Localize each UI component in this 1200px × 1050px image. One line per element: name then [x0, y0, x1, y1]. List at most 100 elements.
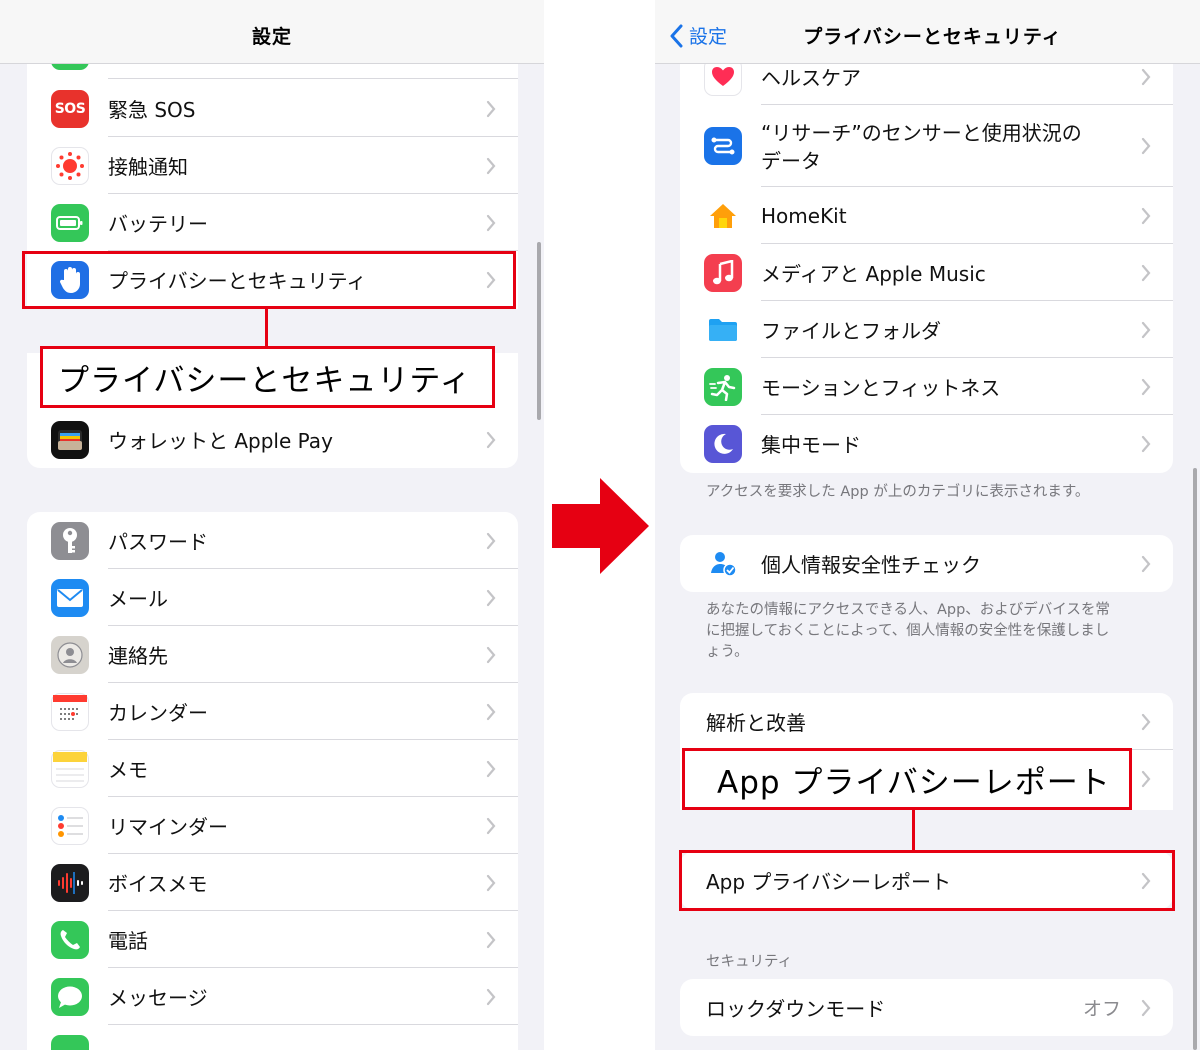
settings-item-label: 緊急 SOS — [108, 98, 196, 122]
lockdown-mode-item[interactable]: ロックダウンモード オフ — [680, 979, 1173, 1036]
category-label: モーションとフィットネス — [761, 376, 1001, 400]
settings-item-label: 接触通知 — [108, 155, 188, 179]
settings-item-phone[interactable]: 電話 — [27, 911, 518, 968]
settings-item-label: 連絡先 — [108, 644, 168, 668]
chevron-right-icon — [1141, 999, 1151, 1016]
category-group: ヘルスケア “リサーチ”のセンサーと使用状況の データ HomeKit メディア… — [680, 40, 1173, 473]
category-label: ヘルスケア — [761, 66, 861, 90]
key-icon — [51, 521, 89, 560]
settings-item-passwords[interactable]: パスワード — [27, 512, 518, 569]
settings-item-exposure-notifications[interactable]: 接触通知 — [27, 137, 518, 194]
scrollbar[interactable] — [1193, 468, 1197, 1050]
settings-item-label: メール — [108, 587, 168, 611]
settings-item-label: ボイスメモ — [108, 872, 208, 896]
category-item-homekit[interactable]: HomeKit — [680, 187, 1173, 244]
callout-label: App プライバシーレポート — [682, 748, 1132, 810]
connector-line — [912, 809, 915, 851]
chevron-right-icon — [486, 988, 496, 1005]
settings-item-reminders[interactable]: リマインダー — [27, 797, 518, 854]
settings-item-mail[interactable]: メール — [27, 569, 518, 626]
settings-item-emergency-sos[interactable]: SOS 緊急 SOS — [27, 80, 518, 137]
contacts-icon — [51, 635, 89, 674]
settings-item-label: メッセージ — [108, 986, 208, 1010]
focus-icon — [704, 424, 742, 463]
chevron-right-icon — [1141, 137, 1151, 155]
music-icon — [704, 253, 742, 292]
page-title: プライバシーとセキュリティ — [803, 26, 1062, 48]
voice-memo-icon — [51, 863, 89, 902]
section-header-security: セキュリティ — [706, 954, 793, 970]
chevron-right-icon — [486, 874, 496, 891]
category-item-research[interactable]: “リサーチ”のセンサーと使用状況の データ — [680, 105, 1173, 187]
category-label: HomeKit — [761, 203, 847, 228]
chevron-right-icon — [486, 100, 496, 117]
callout-label: プライバシーとセキュリティ — [40, 346, 495, 408]
chevron-right-icon — [486, 214, 496, 231]
callout-text: プライバシーとセキュリティ — [58, 362, 472, 399]
category-label: 集中モード — [761, 433, 861, 457]
person-shield-icon — [704, 544, 742, 583]
security-group: ロックダウンモード オフ — [680, 979, 1173, 1036]
sos-icon: SOS — [51, 89, 89, 128]
calendar-icon — [51, 692, 89, 731]
arrow-right-icon — [552, 478, 649, 574]
chevron-right-icon — [486, 703, 496, 720]
callout-text: App プライバシーレポート — [717, 764, 1111, 801]
safety-check-group: 個人情報安全性チェック — [680, 535, 1173, 592]
settings-item-contacts[interactable]: 連絡先 — [27, 626, 518, 683]
category-item-focus[interactable]: 集中モード — [680, 415, 1173, 472]
category-label: メディアと Apple Music — [761, 262, 986, 286]
facetime-icon — [51, 1034, 89, 1050]
privacy-security-screen: 設定 プライバシーとセキュリティ ヘルスケア “リサーチ”のセンサーと使用状況の… — [655, 0, 1200, 1050]
settings-item-wallet[interactable]: ウォレットと Apple Pay — [27, 411, 518, 468]
folder-icon — [704, 310, 742, 349]
navigation-bar: 設定 — [0, 0, 544, 64]
settings-item-label: パスワード — [108, 530, 208, 554]
safety-check-item[interactable]: 個人情報安全性チェック — [680, 535, 1173, 592]
scrollbar[interactable] — [537, 242, 541, 420]
notes-icon — [51, 749, 89, 788]
partial-row — [27, 1025, 518, 1050]
settings-item-label: バッテリー — [108, 212, 208, 236]
settings-item-notes[interactable]: メモ — [27, 740, 518, 797]
category-item-motion-fitness[interactable]: モーションとフィットネス — [680, 358, 1173, 415]
safety-check-footnote: あなたの情報にアクセスできる人、App、およびデバイスを常 に把握しておくことに… — [706, 602, 1110, 660]
lockdown-mode-value: オフ — [1082, 998, 1121, 1020]
settings-item-calendar[interactable]: カレンダー — [27, 683, 518, 740]
settings-screen: 設定 SOS 緊急 SOS 接触通知 バッテリー プライバシーとセキュリティ ウ… — [0, 0, 544, 1050]
phone-icon — [51, 920, 89, 959]
category-label-line1: “リサーチ”のセンサーと使用状況の — [761, 121, 1082, 145]
analytics-item[interactable]: 解析と改善 — [680, 693, 1173, 750]
page-title: 設定 — [251, 26, 292, 48]
mail-icon — [51, 578, 89, 617]
category-item-files-folders[interactable]: ファイルとフォルダ — [680, 301, 1173, 358]
chevron-right-icon — [1141, 207, 1151, 224]
chevron-right-icon — [1141, 435, 1151, 452]
lockdown-mode-label: ロックダウンモード — [706, 997, 886, 1021]
reminders-icon — [51, 806, 89, 845]
chevron-right-icon — [486, 646, 496, 663]
settings-item-label: メモ — [108, 758, 148, 782]
messages-icon — [51, 977, 89, 1016]
category-label: ファイルとフォルダ — [761, 319, 941, 343]
settings-item-label: ウォレットと Apple Pay — [108, 429, 333, 453]
chevron-right-icon — [1141, 321, 1151, 338]
settings-item-messages[interactable]: メッセージ — [27, 968, 518, 1025]
analytics-label: 解析と改善 — [706, 711, 806, 735]
wallet-icon — [51, 420, 89, 459]
battery-icon — [51, 203, 89, 242]
settings-item-label: カレンダー — [108, 701, 208, 725]
settings-item-voice-memos[interactable]: ボイスメモ — [27, 854, 518, 911]
fitness-icon — [704, 367, 742, 406]
navigation-bar: 設定 プライバシーとセキュリティ — [655, 0, 1200, 64]
chevron-right-icon — [486, 817, 496, 834]
settings-item-label: リマインダー — [108, 815, 228, 839]
connector-line — [265, 308, 268, 348]
category-item-media-music[interactable]: メディアと Apple Music — [680, 244, 1173, 301]
chevron-right-icon — [486, 157, 496, 174]
settings-item-battery[interactable]: バッテリー — [27, 194, 518, 251]
research-icon — [704, 127, 742, 165]
chevron-right-icon — [1141, 555, 1151, 572]
category-label: “リサーチ”のセンサーと使用状況の データ — [761, 119, 1082, 175]
chevron-right-icon — [1141, 264, 1151, 281]
